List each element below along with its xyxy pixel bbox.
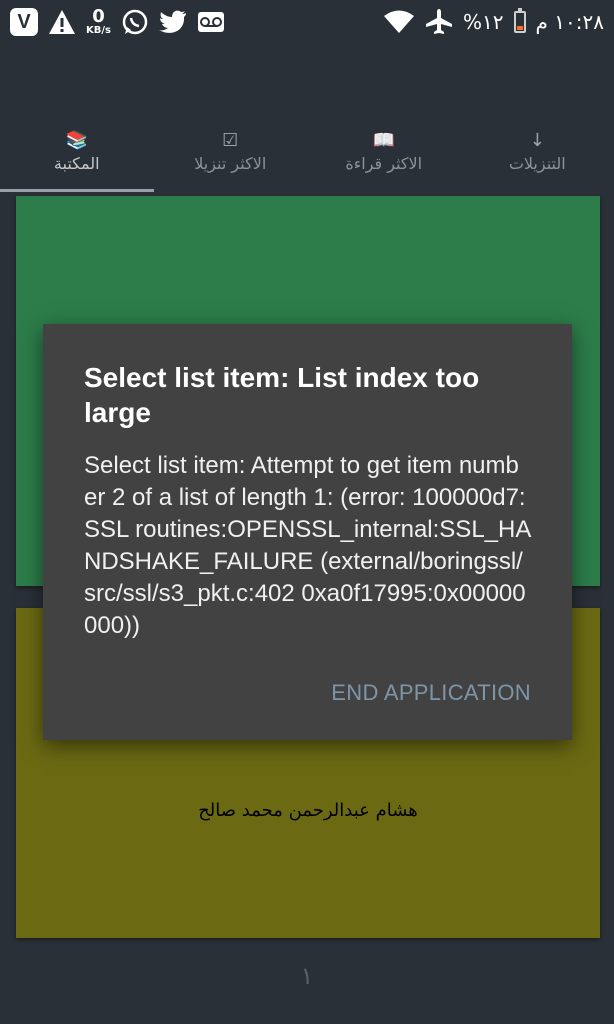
twitter-icon: [158, 10, 187, 34]
download-icon: ↓: [529, 130, 545, 151]
data-rate-unit: KB/s: [86, 25, 111, 36]
voicemail-icon: [197, 11, 225, 33]
battery-icon: [513, 8, 526, 33]
status-bar-system: %١٢ ١٠:٢٨ م: [383, 8, 604, 36]
tab-most-read[interactable]: 📖 الاكثر قراءة: [307, 120, 461, 192]
airplane-mode-icon: [425, 8, 453, 36]
data-rate-indicator: 0 KB/s: [86, 8, 111, 36]
tab-label: الاكثر قراءة: [345, 154, 423, 173]
open-book-icon: 📖: [372, 130, 395, 151]
error-dialog: Select list item: List index too large S…: [43, 324, 572, 740]
tab-label: الاكثر تنزيلا: [194, 154, 267, 173]
tab-label: المكتبة: [53, 154, 100, 173]
vivo-app-icon: V: [10, 8, 38, 36]
status-bar: V 0 KB/s %١٢ ١٠:٢٨ م: [0, 0, 614, 44]
data-rate-value: 0: [92, 6, 105, 27]
page-number: ١: [300, 962, 314, 990]
tab-bar: 📚 المكتبة ☑ الاكثر تنزيلا 📖 الاكثر قراءة…: [0, 120, 614, 192]
whatsapp-icon: [121, 8, 149, 36]
books-icon: 📚: [65, 130, 88, 151]
clock: ١٠:٢٨ م: [535, 10, 604, 34]
tab-downloads[interactable]: ↓ التنزيلات: [461, 120, 614, 192]
tab-library[interactable]: 📚 المكتبة: [0, 120, 154, 192]
checkbox-icon: ☑: [222, 130, 239, 151]
dialog-title: Select list item: List index too large: [84, 362, 480, 428]
battery-percent: %١٢: [463, 10, 504, 34]
dialog-message: Select list item: Attempt to get item nu…: [84, 452, 532, 639]
end-application-button[interactable]: END APPLICATION: [331, 680, 531, 706]
tab-label: التنزيلات: [508, 154, 566, 173]
warning-icon: [48, 9, 76, 35]
tab-most-downloaded[interactable]: ☑ الاكثر تنزيلا: [154, 120, 308, 192]
book-author: هشام عبدالرحمن محمد صالح: [198, 800, 418, 821]
wifi-icon: [383, 10, 415, 34]
status-bar-notifications: V 0 KB/s: [10, 8, 225, 36]
